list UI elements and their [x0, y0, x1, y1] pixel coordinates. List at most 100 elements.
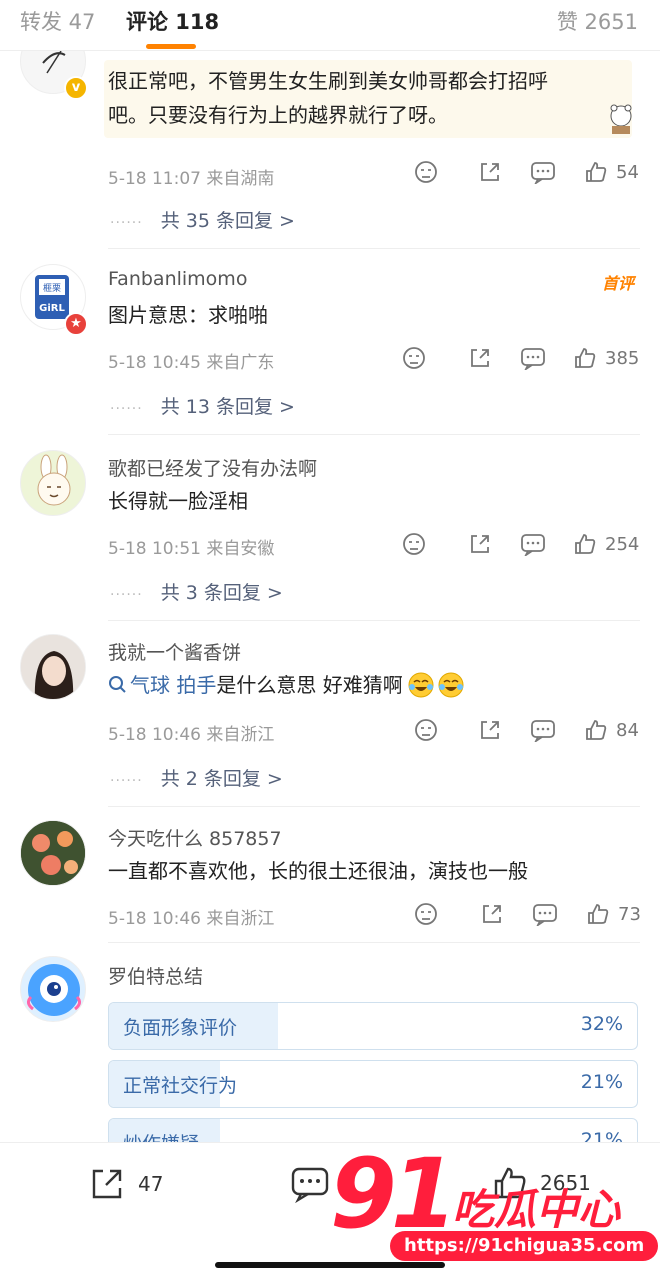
avatar[interactable]	[20, 956, 86, 1022]
avatar[interactable]	[20, 634, 86, 700]
share-button[interactable]	[480, 902, 504, 926]
comment-text: 很正常吧，不管男生女生刷到美女帅哥都会打招呼	[108, 69, 548, 93]
divider	[108, 620, 640, 621]
unhappy-face-icon	[415, 719, 437, 741]
unhappy-face-icon	[415, 903, 437, 925]
like-button[interactable]: 385	[573, 346, 639, 370]
reply-count: 共 13 条回复 >	[160, 396, 295, 418]
like-count: 73	[618, 903, 641, 925]
thumbs-up-icon	[588, 904, 609, 924]
username[interactable]: 今天吃什么 857857	[108, 824, 282, 851]
comment-tabs: 转发 47 评论 118 赞 2651	[0, 0, 660, 51]
laugh-cry-emoji-icon	[408, 672, 434, 698]
reply-dots: ······	[110, 401, 143, 417]
view-replies-link[interactable]: ······ 共 35 条回复 >	[110, 206, 295, 233]
search-icon	[109, 676, 126, 693]
topic-link[interactable]: 气球 拍手	[130, 668, 216, 702]
thumbs-up-icon	[575, 534, 596, 554]
username[interactable]: 歌都已经发了没有办法啊	[108, 454, 317, 481]
like-button[interactable]: 73	[586, 902, 641, 926]
dislike-button[interactable]	[414, 902, 438, 926]
like-count: 84	[616, 719, 639, 741]
bunny-avatar-icon	[37, 454, 71, 506]
like-button[interactable]: 54	[584, 160, 639, 184]
active-tab-indicator	[146, 44, 196, 49]
reply-count: 共 35 条回复 >	[160, 210, 295, 232]
dislike-button[interactable]	[414, 160, 438, 184]
like-count: 385	[605, 347, 640, 369]
verified-badge-icon: v	[64, 76, 88, 100]
comment-text: 吧。只要没有行为上的越界就行了呀。	[108, 103, 448, 127]
view-replies-link[interactable]: ······ 共 3 条回复 >	[110, 578, 283, 605]
divider	[108, 248, 640, 249]
watermark-url: https://91chigua35.com	[390, 1231, 659, 1261]
tab-comments[interactable]: 评论 118	[126, 6, 219, 36]
share-button[interactable]	[478, 718, 502, 742]
avatar[interactable]	[20, 450, 86, 516]
bear-sticker-icon	[610, 104, 632, 134]
like-button[interactable]: 254	[573, 532, 639, 556]
comment-bubble-icon	[531, 162, 555, 184]
reply-dots: ······	[110, 773, 143, 789]
comment-meta: 5-18 10:45 来自广东	[108, 353, 275, 373]
poll-option-label: 负面形象评价	[123, 1017, 238, 1039]
poll-option[interactable]: 正常社交行为 21%	[108, 1060, 638, 1108]
dislike-button[interactable]	[402, 346, 426, 370]
comment-bubble-icon	[533, 904, 557, 926]
comment-bubble-icon	[521, 534, 545, 556]
comment-meta: 5-18 10:46 来自浙江	[108, 725, 275, 745]
comment-meta: 5-18 11:07 来自湖南	[108, 169, 275, 189]
share-icon	[92, 1169, 122, 1199]
svg-text:榧栗: 榧栗	[43, 282, 61, 294]
reply-dots: ······	[110, 587, 143, 603]
unhappy-face-icon	[415, 161, 437, 183]
divider	[108, 434, 640, 435]
tab-repost[interactable]: 转发 47	[20, 6, 95, 36]
comment-bubble-icon	[291, 1167, 329, 1203]
reply-count: 共 3 条回复 >	[160, 582, 283, 604]
share-icon	[483, 905, 501, 923]
avatar[interactable]	[20, 820, 86, 886]
share-button[interactable]	[468, 346, 492, 370]
dislike-button[interactable]	[414, 718, 438, 742]
emoji-group	[407, 671, 465, 699]
share-button[interactable]	[468, 532, 492, 556]
comment-text-rest: 是什么意思 好难猜啊	[216, 673, 403, 697]
reply-button[interactable]	[532, 902, 558, 926]
poll-option-percent: 21%	[580, 1071, 623, 1093]
tab-likes[interactable]: 赞 2651	[557, 6, 638, 36]
comment-text: 图片意思：求啪啪	[108, 303, 268, 327]
comment-meta: 5-18 10:51 来自安徽	[108, 539, 275, 559]
view-replies-link[interactable]: ······ 共 13 条回复 >	[110, 392, 295, 419]
poll-option-percent: 32%	[580, 1013, 623, 1035]
like-count: 54	[616, 161, 639, 183]
reply-button[interactable]	[530, 160, 556, 184]
share-icon	[481, 163, 499, 181]
poll-option[interactable]: 负面形象评价 32%	[108, 1002, 638, 1050]
comment-text: 气球 拍手 是什么意思 好难猜啊	[108, 668, 465, 702]
thumbs-up-icon	[586, 162, 607, 182]
reply-button[interactable]	[530, 718, 556, 742]
share-button[interactable]	[478, 160, 502, 184]
unhappy-face-icon	[403, 347, 425, 369]
robot-avatar-icon	[26, 964, 82, 1016]
username[interactable]: Fanbanlimomo	[108, 268, 247, 290]
divider	[108, 806, 640, 807]
repost-count: 47	[138, 1172, 164, 1196]
laugh-cry-emoji-icon	[438, 672, 464, 698]
flowers-avatar-icon	[21, 821, 85, 885]
view-replies-link[interactable]: ······ 共 2 条回复 >	[110, 764, 283, 791]
like-count: 254	[605, 533, 640, 555]
dislike-button[interactable]	[402, 532, 426, 556]
username[interactable]: 罗伯特总结	[108, 962, 203, 989]
reply-button[interactable]	[520, 532, 546, 556]
comment-meta: 5-18 10:46 来自浙江	[108, 909, 275, 929]
reply-dots: ······	[110, 215, 143, 231]
reply-button[interactable]	[520, 346, 546, 370]
home-indicator[interactable]	[215, 1262, 445, 1268]
username[interactable]: 我就一个酱香饼	[108, 638, 241, 665]
like-button[interactable]: 84	[584, 718, 639, 742]
repost-button[interactable]: 47	[88, 1165, 163, 1203]
thumbs-up-icon	[575, 348, 596, 368]
divider	[108, 942, 640, 943]
